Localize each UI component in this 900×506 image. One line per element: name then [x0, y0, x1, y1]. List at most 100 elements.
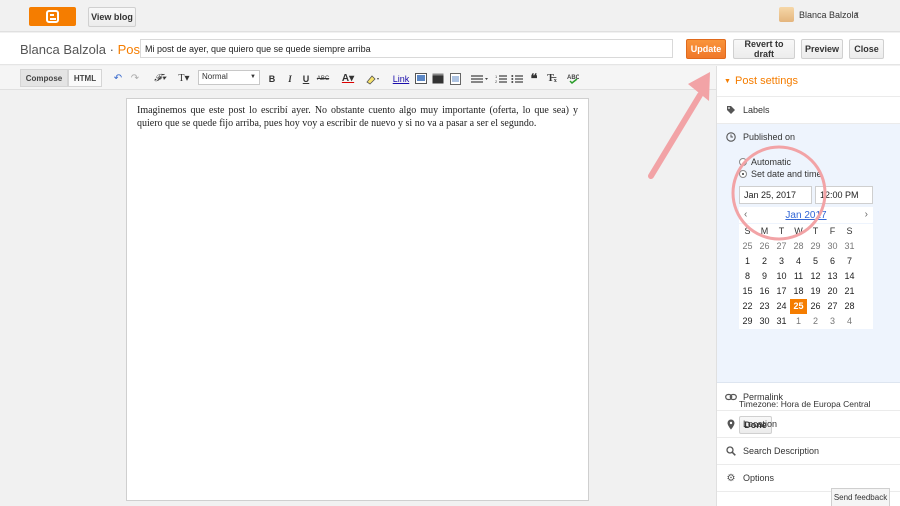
- calendar-weekday: M: [760, 226, 769, 236]
- undo-icon[interactable]: ↶: [112, 71, 124, 86]
- calendar-day[interactable]: 22: [739, 299, 756, 314]
- calendar-day[interactable]: 29: [807, 239, 824, 254]
- calendar-day[interactable]: 3: [824, 314, 841, 329]
- calendar-day[interactable]: 27: [824, 299, 841, 314]
- calendar-day[interactable]: 1: [790, 314, 807, 329]
- update-button[interactable]: Update: [686, 39, 726, 59]
- calendar-day[interactable]: 24: [773, 299, 790, 314]
- calendar-day[interactable]: 16: [756, 284, 773, 299]
- calendar-day[interactable]: 4: [841, 314, 858, 329]
- tab-compose[interactable]: Compose: [20, 69, 68, 87]
- calendar-day[interactable]: 17: [773, 284, 790, 299]
- calendar-day[interactable]: 12: [807, 269, 824, 284]
- tab-html[interactable]: HTML: [68, 69, 102, 87]
- location-pin-icon: [725, 419, 737, 430]
- view-blog-button[interactable]: View blog: [88, 7, 136, 27]
- calendar-day[interactable]: 3: [773, 254, 790, 269]
- calendar-day[interactable]: 11: [790, 269, 807, 284]
- numbered-list-icon[interactable]: 12: [494, 71, 508, 86]
- calendar-day[interactable]: 30: [824, 239, 841, 254]
- bullet-list-icon[interactable]: [510, 71, 524, 86]
- sidebar-item-location[interactable]: Location: [717, 411, 900, 438]
- remove-formatting-icon[interactable]: T̶ₓ: [545, 71, 559, 86]
- calendar-week-row: 15 16 17 18 19 20 21: [739, 284, 873, 299]
- calendar-day[interactable]: 18: [790, 284, 807, 299]
- tag-icon: [725, 105, 737, 115]
- insert-image-icon[interactable]: [414, 71, 428, 86]
- insert-jump-break-icon[interactable]: [448, 71, 462, 86]
- quote-icon[interactable]: ❝: [527, 71, 541, 86]
- insert-video-icon[interactable]: [431, 71, 445, 86]
- link-button[interactable]: Link: [392, 71, 410, 86]
- blogger-logo[interactable]: [29, 7, 76, 26]
- redo-icon[interactable]: ↷: [129, 71, 141, 86]
- underline-button[interactable]: U: [300, 71, 312, 86]
- next-month-icon[interactable]: ›: [865, 209, 868, 220]
- bold-button[interactable]: B: [266, 71, 278, 86]
- calendar-day[interactable]: 14: [841, 269, 858, 284]
- spellcheck-icon[interactable]: ABC: [566, 71, 580, 86]
- calendar-day[interactable]: 28: [841, 299, 858, 314]
- post-title-input[interactable]: [140, 39, 673, 58]
- calendar-day[interactable]: 7: [841, 254, 858, 269]
- blogger-b-icon: [46, 10, 59, 23]
- calendar-day[interactable]: 15: [739, 284, 756, 299]
- radio-button-selected[interactable]: [739, 170, 747, 178]
- calendar-month[interactable]: Jan 2017: [739, 210, 873, 221]
- revert-to-draft-button[interactable]: Revert to draft: [733, 39, 795, 59]
- font-size-icon[interactable]: T▾: [174, 71, 194, 86]
- calendar-day[interactable]: 26: [756, 239, 773, 254]
- calendar-day[interactable]: 25: [739, 239, 756, 254]
- calendar-day[interactable]: 20: [824, 284, 841, 299]
- sidebar-item-permalink[interactable]: Permalink: [717, 384, 900, 411]
- calendar-day[interactable]: 5: [807, 254, 824, 269]
- text-color-icon[interactable]: A▾: [339, 71, 357, 86]
- date-input[interactable]: Jan 25, 2017: [739, 186, 812, 204]
- radio-button[interactable]: [739, 158, 747, 166]
- calendar-day[interactable]: 2: [807, 314, 824, 329]
- calendar-day[interactable]: 26: [807, 299, 824, 314]
- radio-set-date-time[interactable]: Set date and time: [739, 169, 822, 179]
- calendar-day[interactable]: 19: [807, 284, 824, 299]
- sidebar-item-search-description[interactable]: Search Description: [717, 438, 900, 465]
- user-name[interactable]: Blanca Balzola: [799, 10, 859, 20]
- calendar-day[interactable]: 1: [739, 254, 756, 269]
- published-on-header[interactable]: Published on: [725, 132, 795, 142]
- calendar-day[interactable]: 10: [773, 269, 790, 284]
- calendar-day[interactable]: 13: [824, 269, 841, 284]
- italic-button[interactable]: I: [284, 71, 296, 86]
- font-family-icon[interactable]: 𝓕▾: [150, 71, 170, 86]
- sidebar-item-label: Search Description: [743, 446, 820, 456]
- strikethrough-button[interactable]: ABC: [316, 71, 330, 86]
- calendar-day-selected[interactable]: 25: [790, 299, 807, 314]
- calendar-day[interactable]: 27: [773, 239, 790, 254]
- calendar-day[interactable]: 31: [841, 239, 858, 254]
- calendar-weekday: F: [829, 226, 836, 236]
- sidebar-item-labels[interactable]: Labels: [717, 97, 900, 124]
- highlight-color-icon[interactable]: [363, 71, 383, 86]
- close-button[interactable]: Close: [849, 39, 884, 59]
- calendar-day[interactable]: 23: [756, 299, 773, 314]
- user-menu-chevron-icon[interactable]: ▾: [855, 10, 859, 18]
- radio-automatic[interactable]: Automatic: [739, 157, 791, 167]
- calendar-day[interactable]: 8: [739, 269, 756, 284]
- sidebar-item-label: Permalink: [743, 392, 784, 402]
- svg-text:2: 2: [495, 79, 498, 84]
- avatar[interactable]: [779, 7, 794, 22]
- calendar-day[interactable]: 30: [756, 314, 773, 329]
- time-input[interactable]: 12:00 PM: [815, 186, 873, 204]
- calendar-day[interactable]: 2: [756, 254, 773, 269]
- calendar-day[interactable]: 4: [790, 254, 807, 269]
- send-feedback-button[interactable]: Send feedback: [831, 488, 890, 506]
- calendar-day[interactable]: 21: [841, 284, 858, 299]
- calendar-day[interactable]: 9: [756, 269, 773, 284]
- calendar-day[interactable]: 29: [739, 314, 756, 329]
- alignment-icon[interactable]: [470, 71, 490, 86]
- post-body-editor[interactable]: Imaginemos que este post lo escribí ayer…: [126, 98, 589, 501]
- preview-button[interactable]: Preview: [801, 39, 843, 59]
- calendar-day[interactable]: 28: [790, 239, 807, 254]
- format-select[interactable]: Normal ▼: [198, 70, 260, 85]
- calendar-day[interactable]: 6: [824, 254, 841, 269]
- gear-icon: ⚙: [726, 472, 736, 484]
- calendar-day[interactable]: 31: [773, 314, 790, 329]
